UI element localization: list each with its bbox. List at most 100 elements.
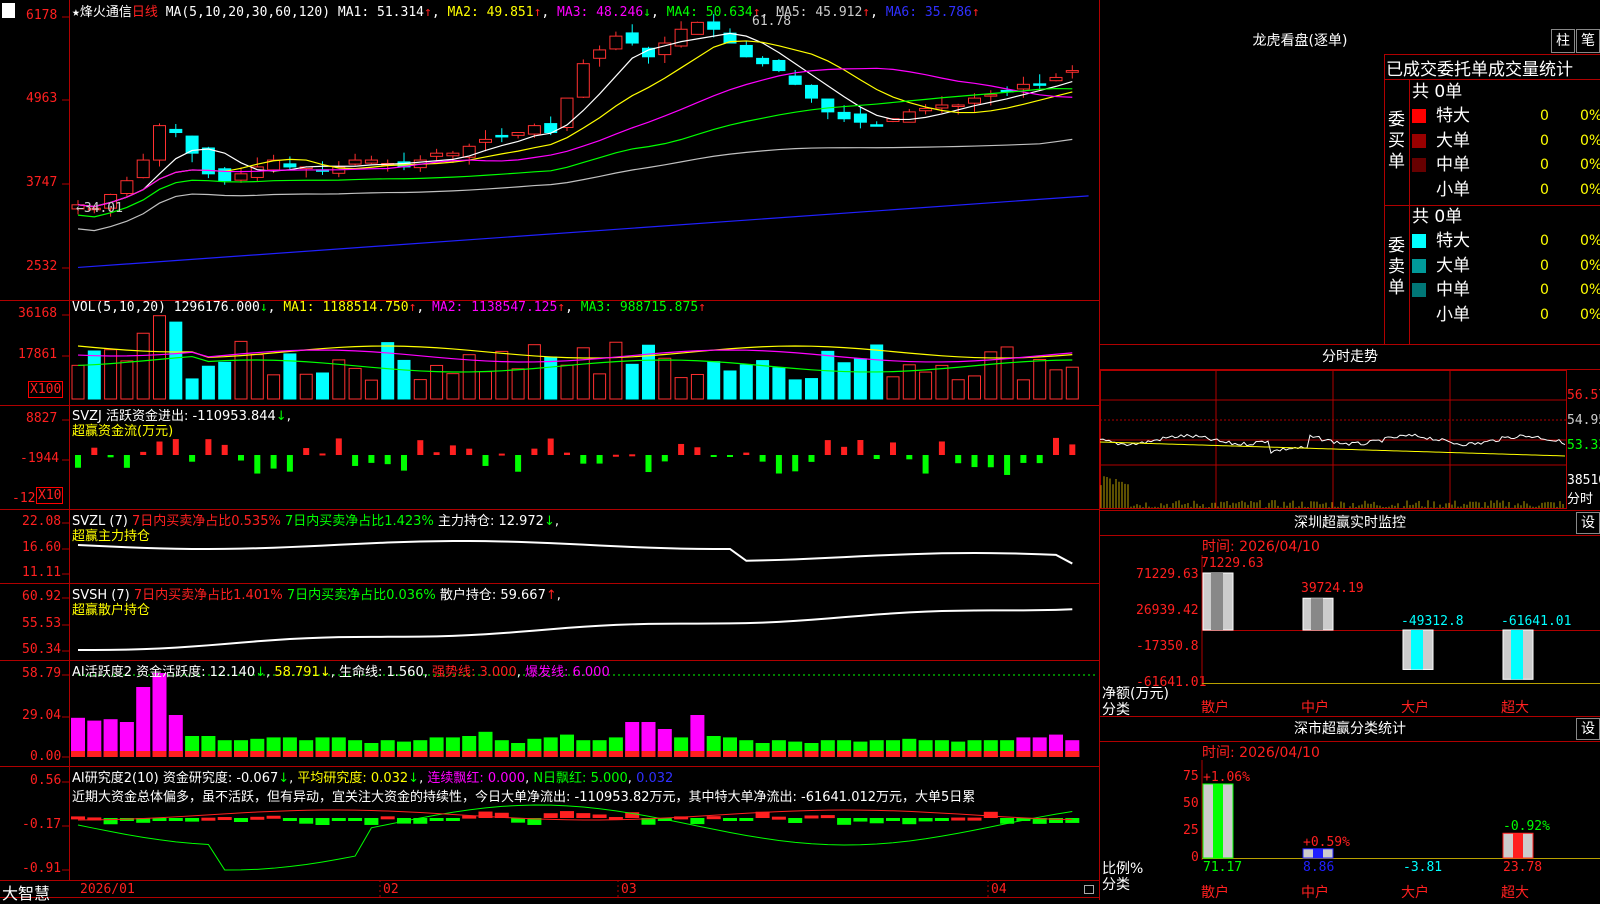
- vol-unit-label: X100: [28, 381, 64, 398]
- volume-bar: [886, 376, 900, 400]
- candle-body: [853, 113, 867, 123]
- research-bar: [315, 818, 330, 825]
- candle-body: [1049, 76, 1063, 82]
- activity-bar: [690, 715, 705, 757]
- intraday-title[interactable]: 分时走势: [1100, 344, 1600, 370]
- dragon-tabs[interactable]: 已成交委托单成交量统计: [1386, 55, 1600, 80]
- svzl-axis-label: 11.11: [22, 565, 62, 580]
- order-size-label: 特大: [1436, 231, 1470, 251]
- period-label[interactable]: 日线: [132, 5, 158, 20]
- fund-flow-bar: [1004, 455, 1011, 475]
- volume-bar: [299, 373, 313, 400]
- svzj-axis-label: -12: [12, 491, 36, 506]
- activity-bar: [136, 687, 151, 757]
- fund-flow-bar: [401, 455, 407, 471]
- x-axis-label: 02: [383, 882, 399, 897]
- fund-flow-bar: [107, 455, 114, 458]
- bar-view-button[interactable]: 柱: [1551, 29, 1575, 53]
- vol-header: VOL(5,10,20) 1296176.000↓, MA1: 1188514.…: [72, 300, 706, 315]
- candle-body: [968, 97, 981, 104]
- fund-flow-bar: [466, 448, 473, 455]
- fund-flow-bar: [938, 441, 945, 455]
- intraday-chart[interactable]: [1100, 370, 1600, 510]
- activity-bar: [152, 673, 167, 757]
- tick-view-button[interactable]: 笔: [1576, 29, 1600, 53]
- order-percent: 0%: [1580, 132, 1600, 149]
- lock-icon[interactable]: [1084, 885, 1094, 894]
- fund-flow-bar: [873, 455, 880, 460]
- order-percent: 0%: [1580, 108, 1600, 124]
- sz-stats-title: 深市超赢分类统计: [1100, 716, 1600, 742]
- research-bar: [282, 818, 297, 821]
- order-row: 中单 0 0%: [1412, 153, 1600, 177]
- fund-flow-bar: [449, 445, 456, 455]
- activity-base: [152, 751, 167, 757]
- fund-flow-bar: [857, 440, 864, 455]
- buy-side-label: 委买单: [1388, 110, 1405, 172]
- volume-bar: [853, 358, 867, 400]
- activity-base: [771, 751, 786, 757]
- fund-flow-bar: [91, 447, 98, 455]
- candle-body: [609, 35, 623, 50]
- volume-bar: [71, 364, 85, 400]
- volume-bar: [690, 373, 704, 400]
- main-chart-svg[interactable]: [0, 0, 1100, 900]
- fund-flow-bar: [710, 455, 717, 457]
- ratio-value-label: 8.86: [1303, 860, 1335, 875]
- ratio-bar-core: [1213, 783, 1223, 858]
- research-bar: [380, 816, 395, 820]
- sz-monitor-chart: [1201, 555, 1600, 685]
- volume-bar: [707, 361, 721, 400]
- volume-bar: [788, 379, 802, 400]
- candle-body: [772, 59, 786, 72]
- research-bar: [934, 818, 949, 821]
- ma4-value: MA4: 50.634: [666, 5, 753, 20]
- candle-body: [984, 94, 998, 97]
- svzj-subtitle: 超赢资金流(万元): [72, 424, 174, 439]
- volume-bar: [1033, 359, 1047, 400]
- ma-line: [77, 195, 1089, 269]
- fund-flow-bar: [824, 440, 831, 455]
- corner-icon[interactable]: [2, 3, 15, 18]
- candle-body: [756, 57, 770, 65]
- sz-stats-settings-button[interactable]: 设: [1576, 718, 1600, 740]
- fund-flow-bar: [352, 455, 359, 466]
- vol-value: 1296176.000: [173, 300, 260, 315]
- color-swatch: [1412, 234, 1426, 248]
- ai2-comment: 近期大资金总体偏多，虽不活跃，但有异动，宜关注大资金的持续性，今日大单净流出: …: [72, 790, 976, 805]
- order-count: 0: [1540, 282, 1549, 298]
- research-bar: [788, 818, 803, 823]
- high-marker: 61.78: [752, 14, 792, 29]
- volume-bar: [1000, 346, 1014, 400]
- price-axis-label: 4963: [26, 91, 58, 106]
- volume-bar: [658, 357, 672, 400]
- sz-monitor-title: 深圳超赢实时监控: [1100, 510, 1600, 536]
- candle-body: [560, 97, 574, 128]
- brand-logo[interactable]: 大智慧: [2, 880, 50, 904]
- volume-bar: [446, 373, 460, 400]
- fund-flow-bar: [678, 443, 685, 455]
- intraday-axis-label: 53.33: [1567, 438, 1600, 453]
- candle-body: [283, 163, 297, 168]
- fund-flow-bar: [971, 455, 978, 468]
- sz-monitor-settings-button[interactable]: 设: [1576, 512, 1600, 534]
- volume-bar: [218, 361, 232, 400]
- net-amount-bar-core: [1411, 630, 1423, 670]
- fund-flow-bar: [270, 455, 277, 469]
- candle-body: [707, 21, 721, 30]
- ratio-value-label: 23.78: [1503, 860, 1543, 875]
- color-swatch: [1412, 109, 1426, 123]
- volume-bar: [348, 367, 362, 400]
- fund-flow-bar: [1036, 455, 1043, 464]
- volume-bar: [1049, 369, 1063, 400]
- fund-flow-bar: [580, 455, 587, 464]
- order-row: 小单 0 0%: [1412, 303, 1600, 327]
- activity-base: [413, 751, 428, 757]
- stock-name[interactable]: 烽火通信: [80, 5, 132, 20]
- volume-bar: [104, 349, 118, 400]
- volume-bar: [821, 350, 835, 400]
- volume-bar: [430, 364, 444, 400]
- activity-base: [364, 751, 379, 757]
- activity-base: [641, 751, 656, 757]
- activity-base: [967, 751, 982, 757]
